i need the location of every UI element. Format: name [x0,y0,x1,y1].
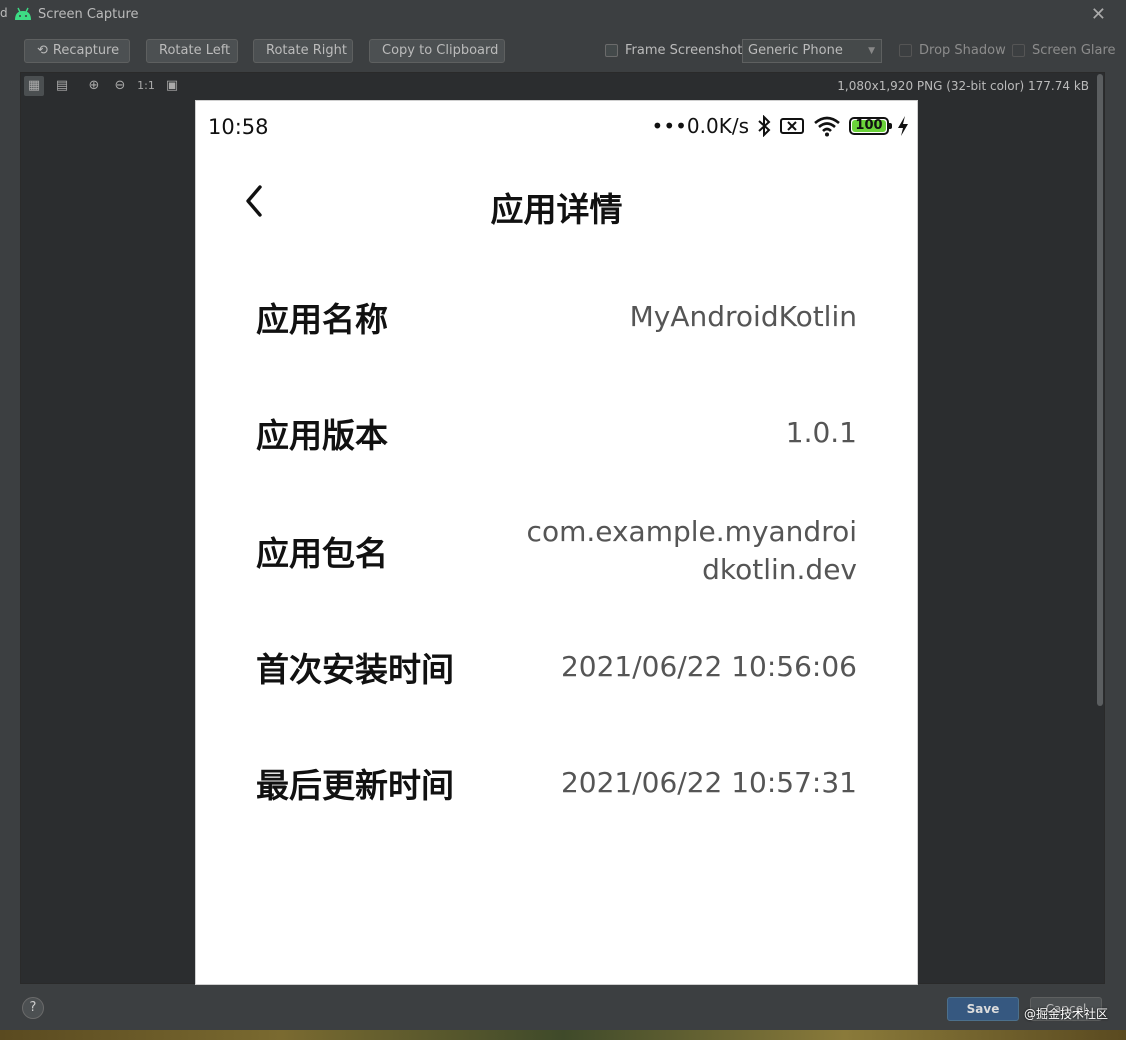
android-icon [15,7,31,20]
row-value: 1.0.1 [785,416,857,449]
screen-glare-label: Screen Glare [1032,43,1116,58]
row-app-name: 应用名称 MyAndroidKotlin [256,281,857,353]
device-select-value: Generic Phone [748,43,843,58]
status-icons: •••0.0K/s 100 [652,113,909,139]
image-info: 1,080x1,920 PNG (32-bit color) 177.74 kB [837,79,1089,93]
row-label: 最后更新时间 [256,766,454,805]
row-value-line2: dkotlin.dev [702,553,857,586]
zoom-in-icon[interactable]: ⊕ [84,76,104,96]
drop-shadow-label: Drop Shadow [919,43,1006,58]
refresh-icon: ⟲ [37,43,48,58]
network-speed: •••0.0K/s [651,114,749,138]
row-label: 应用包名 [256,534,388,573]
vertical-scrollbar[interactable] [1097,74,1103,706]
title-bar: d Screen Capture ✕ [0,0,1126,30]
battery-icon: 100 [849,117,892,135]
rotate-right-button[interactable]: Rotate Right [253,39,353,63]
page-title: 应用详情 [490,190,623,229]
chevron-down-icon: ▼ [868,46,875,56]
row-app-version: 应用版本 1.0.1 [256,397,857,469]
recapture-button[interactable]: ⟲ Recapture [24,39,130,63]
grid-icon[interactable]: ▤ [52,76,72,96]
row-label: 应用名称 [256,300,388,339]
charging-icon [898,116,908,136]
phone-screenshot: 10:58 •••0.0K/s 100 应用详情 应用名称 MyAndroidK… [195,100,918,985]
no-sim-icon [780,118,804,134]
device-select[interactable]: Generic Phone ▼ [742,39,882,63]
recapture-label: Recapture [52,43,120,58]
help-button[interactable]: ? [22,997,44,1019]
row-first-install: 首次安装时间 2021/06/22 10:56:06 [256,631,857,703]
frame-screenshot-label: Frame Screenshot [625,43,743,58]
wifi-icon [814,116,840,137]
checker-background-icon[interactable]: ▦ [24,76,44,96]
actual-size-button[interactable]: 1:1 [136,76,156,96]
close-icon[interactable]: ✕ [1091,4,1106,25]
rotate-left-button[interactable]: Rotate Left [146,39,238,63]
fit-screen-icon[interactable]: ▣ [162,76,182,96]
row-last-update: 最后更新时间 2021/06/22 10:57:31 [256,747,857,819]
edge-char: d [0,6,8,20]
screen-glare-checkbox[interactable] [1012,44,1025,57]
save-button[interactable]: Save [947,997,1019,1021]
row-value-line1: com.example.myandroi [526,515,857,548]
row-label: 应用版本 [256,416,388,455]
row-value: 2021/06/22 10:57:31 [560,766,857,799]
row-value: MyAndroidKotlin [629,300,857,333]
row-value: com.example.myandroi dkotlin.dev [527,513,857,589]
desktop-strip [0,1030,1126,1040]
row-package-name: 应用包名 com.example.myandroi dkotlin.dev [256,511,857,591]
battery-level: 100 [852,119,886,132]
window-title: Screen Capture [38,7,139,22]
watermark: @掘金技术社区 [1024,1007,1109,1021]
status-time: 10:58 [208,115,269,139]
drop-shadow-checkbox[interactable] [899,44,912,57]
bluetooth-icon [758,115,771,137]
frame-screenshot-checkbox[interactable] [605,44,618,57]
row-label: 首次安装时间 [256,650,454,689]
row-value: 2021/06/22 10:56:06 [560,650,857,683]
copy-to-clipboard-button[interactable]: Copy to Clipboard [369,39,505,63]
zoom-out-icon[interactable]: ⊖ [110,76,130,96]
